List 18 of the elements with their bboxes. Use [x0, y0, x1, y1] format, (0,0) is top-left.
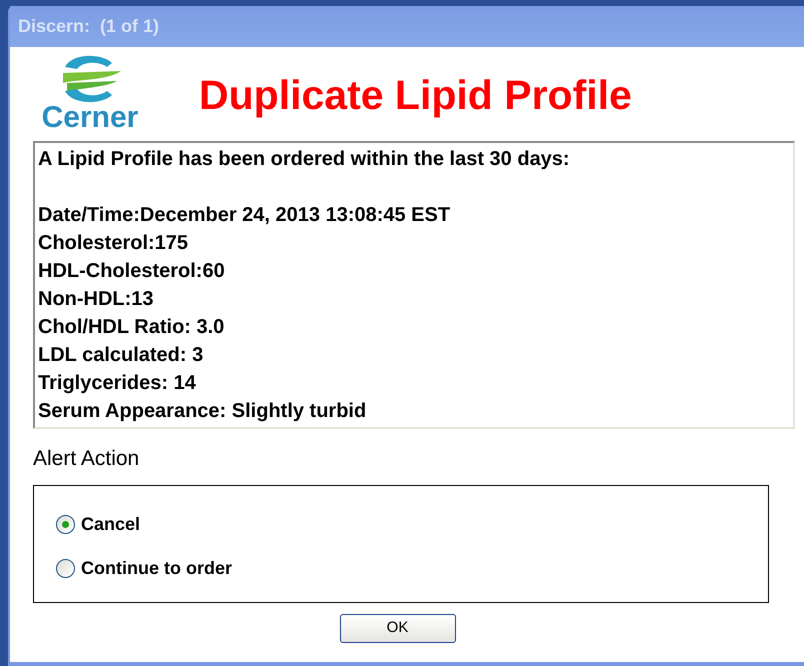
logo-text: Cerner — [42, 103, 138, 133]
message-line: Triglycerides: 14 — [38, 371, 197, 396]
message-line: Serum Appearance: Slightly turbid — [38, 399, 368, 424]
option-label[interactable]: Cancel — [81, 511, 140, 538]
message-line: Date/Time:December 24, 2013 13:08:45 EST — [38, 203, 452, 228]
message-line: LDL calculated: 3 — [38, 343, 204, 368]
alert-heading: Duplicate Lipid Profile — [199, 71, 632, 120]
message-intro: A Lipid Profile has been ordered within the last 30 days: — [38, 147, 571, 172]
ok-button[interactable]: OK — [340, 614, 456, 642]
window-title: Discern: (1 of 1) — [18, 15, 160, 38]
message-line: HDL-Cholesterol:60 — [38, 259, 226, 284]
option-label[interactable]: Continue to order — [81, 555, 232, 582]
radio-button[interactable] — [56, 559, 75, 578]
section-label: Alert Action — [33, 447, 140, 470]
message-line: Non-HDL:13 — [38, 287, 155, 312]
radio-button[interactable] — [56, 515, 75, 534]
message-line: Cholesterol:175 — [38, 231, 190, 256]
message-line: Chol/HDL Ratio: 3.0 — [38, 315, 226, 340]
